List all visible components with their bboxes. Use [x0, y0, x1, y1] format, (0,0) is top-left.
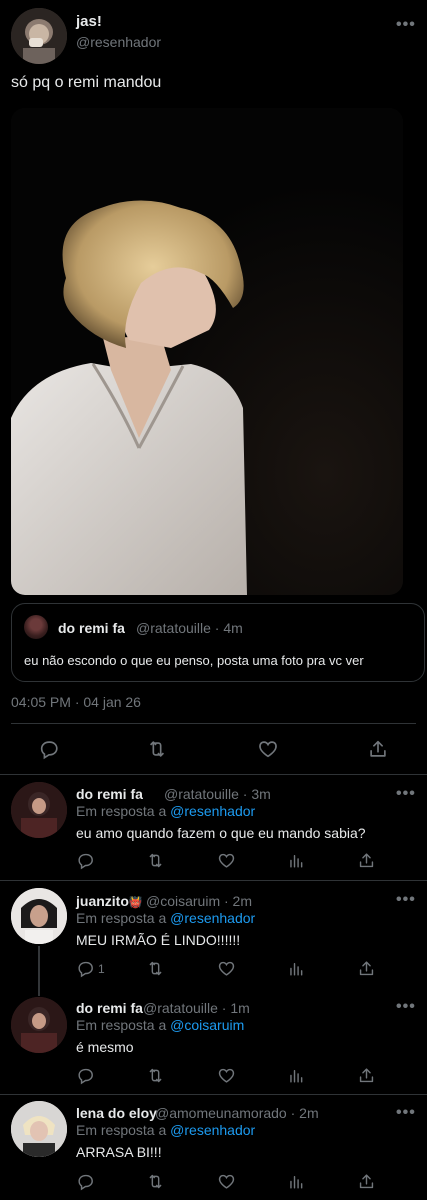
like-icon[interactable] [217, 959, 236, 978]
reply-author-name[interactable]: do remi fa [76, 1000, 143, 1016]
reply-count: 1 [98, 962, 105, 976]
more-icon[interactable]: ••• [396, 1104, 416, 1122]
author-handle[interactable]: @resenhador [76, 34, 161, 50]
views-icon[interactable] [287, 851, 306, 870]
reply-prefix: Em resposta a [76, 803, 167, 819]
avatar[interactable] [11, 782, 67, 838]
reply-author-name[interactable]: do remi fa [76, 786, 143, 802]
avatar[interactable] [11, 888, 67, 944]
reply-icon[interactable] [76, 1172, 95, 1191]
divider [11, 723, 416, 724]
reply-author-meta: @ratatouille · 1m [143, 1000, 250, 1016]
reply-icon[interactable] [76, 851, 95, 870]
reply-author-name[interactable]: juanzito👹 [76, 893, 143, 909]
reply-author-meta: @amomeunamorado · 2m [155, 1105, 319, 1121]
reply-prefix: Em resposta a [76, 1017, 167, 1033]
share-icon[interactable] [367, 738, 389, 760]
reply-icon[interactable] [38, 738, 60, 760]
reply-text: é mesmo [76, 1039, 134, 1055]
more-icon[interactable]: ••• [396, 785, 416, 803]
retweet-icon[interactable] [146, 851, 165, 870]
like-icon[interactable] [217, 851, 236, 870]
more-icon[interactable]: ••• [396, 16, 416, 34]
reply-text: MEU IRMÃO É LINDO!!!!!! [76, 932, 241, 948]
quoted-author-meta: @ratatouille · 4m [136, 620, 243, 636]
tweet-timestamp[interactable]: 04:05 PM · 04 jan 26 [11, 694, 141, 710]
reply-text: ARRASA BI!!! [76, 1144, 162, 1160]
like-icon[interactable] [217, 1172, 236, 1191]
quoted-author-name: do remi fa [58, 620, 125, 636]
tweet-photo[interactable] [11, 108, 403, 595]
views-icon[interactable] [287, 1172, 306, 1191]
thread-line [38, 946, 40, 996]
views-icon[interactable] [287, 1066, 306, 1085]
divider [0, 1094, 427, 1095]
reply-target-link[interactable]: @resenhador [170, 803, 255, 819]
share-icon[interactable] [357, 959, 376, 978]
avatar[interactable] [11, 1101, 67, 1157]
quoted-tweet[interactable]: do remi fa @ratatouille · 4m eu não esco… [11, 603, 425, 682]
divider [0, 774, 427, 775]
more-icon[interactable]: ••• [396, 998, 416, 1016]
reply-prefix: Em resposta a [76, 910, 167, 926]
share-icon[interactable] [357, 851, 376, 870]
views-icon[interactable] [287, 959, 306, 978]
reply-target-link[interactable]: @resenhador [170, 1122, 255, 1138]
reply-icon[interactable] [76, 959, 95, 978]
like-icon[interactable] [217, 1066, 236, 1085]
reply-icon[interactable] [76, 1066, 95, 1085]
share-icon[interactable] [357, 1172, 376, 1191]
reply-target-link[interactable]: @coisaruim [170, 1017, 244, 1033]
author-name[interactable]: jas! [76, 13, 102, 30]
devil-emoji-icon: 👹 [128, 897, 143, 909]
share-icon[interactable] [357, 1066, 376, 1085]
reply-author-name[interactable]: lena do eloy [76, 1105, 157, 1121]
divider [0, 880, 427, 881]
more-icon[interactable]: ••• [396, 891, 416, 909]
retweet-icon[interactable] [146, 959, 165, 978]
reply-author-meta: @coisaruim · 2m [146, 893, 253, 909]
retweet-icon[interactable] [146, 738, 168, 760]
retweet-icon[interactable] [146, 1066, 165, 1085]
tweet-text: só pq o remi mandou [11, 74, 162, 91]
like-icon[interactable] [257, 738, 279, 760]
avatar[interactable] [24, 615, 48, 639]
avatar[interactable] [11, 8, 67, 64]
quoted-text: eu não escondo o que eu penso, posta uma… [24, 653, 364, 668]
reply-author-meta: @ratatouille · 3m [164, 786, 271, 802]
main-tweet-header: jas! @resenhador ••• [0, 0, 427, 70]
reply-prefix: Em resposta a [76, 1122, 167, 1138]
reply-text: eu amo quando fazem o que eu mando sabia… [76, 825, 366, 841]
retweet-icon[interactable] [146, 1172, 165, 1191]
avatar[interactable] [11, 997, 67, 1053]
reply-target-link[interactable]: @resenhador [170, 910, 255, 926]
